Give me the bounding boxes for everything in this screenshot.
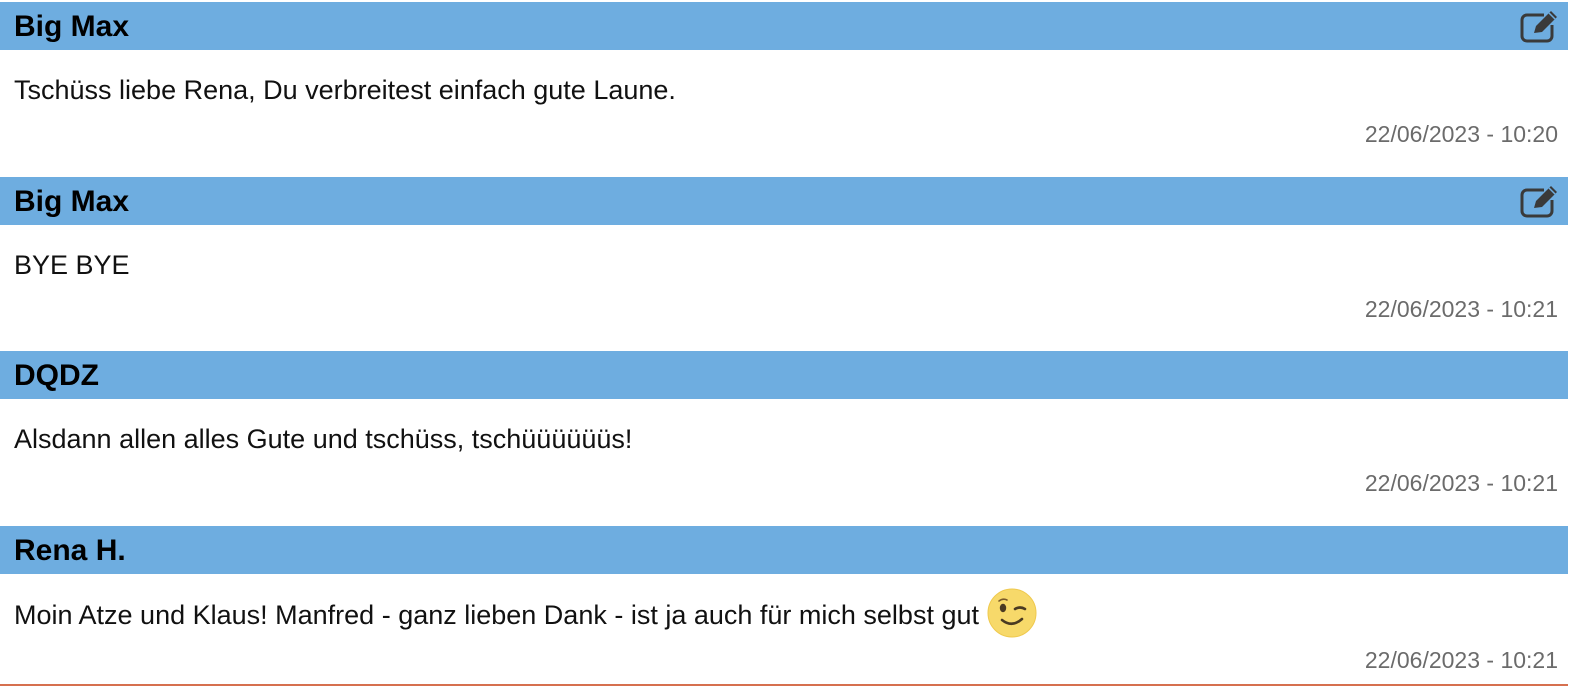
- comment-header: Big Max: [0, 2, 1568, 50]
- comment-author: Rena H.: [14, 534, 126, 568]
- comment-text: Alsdann allen alles Gute und tschüss, ts…: [14, 421, 632, 457]
- divider-line: [0, 684, 1568, 686]
- comment-header: Rena H.: [0, 526, 1568, 574]
- comment-timestamp: 22/06/2023 - 10:21: [1365, 469, 1558, 497]
- comment-author: Big Max: [14, 185, 129, 219]
- comment-timestamp: 22/06/2023 - 10:21: [1365, 646, 1558, 674]
- comment: DQDZ Alsdann allen alles Gute und tschüs…: [0, 351, 1568, 526]
- comment-author: DQDZ: [14, 359, 99, 393]
- comment-header: Big Max: [0, 177, 1568, 225]
- comment-timestamp: 22/06/2023 - 10:21: [1365, 295, 1558, 323]
- comment-timestamp: 22/06/2023 - 10:20: [1365, 120, 1558, 148]
- comment-header: DQDZ: [0, 351, 1568, 399]
- comment-text: Moin Atze und Klaus! Manfred - ganz lieb…: [14, 600, 979, 630]
- comment-list: Big Max Tschüss liebe Rena, Du verbreite…: [0, 2, 1568, 700]
- comment-text: BYE BYE: [14, 247, 130, 283]
- winking-face-icon: [987, 588, 1037, 638]
- comment: Rena H. Moin Atze und Klaus! Manfred - g…: [0, 526, 1568, 700]
- comment-text-row: Moin Atze und Klaus! Manfred - ganz lieb…: [14, 596, 1037, 638]
- comment-author: Big Max: [14, 10, 129, 44]
- edit-icon[interactable]: [1520, 9, 1560, 43]
- edit-icon[interactable]: [1520, 184, 1560, 218]
- comment: Big Max Tschüss liebe Rena, Du verbreite…: [0, 2, 1568, 177]
- comment-text: Tschüss liebe Rena, Du verbreitest einfa…: [14, 72, 676, 108]
- comment: Big Max BYE BYE 22/06/2023 - 10:21: [0, 177, 1568, 352]
